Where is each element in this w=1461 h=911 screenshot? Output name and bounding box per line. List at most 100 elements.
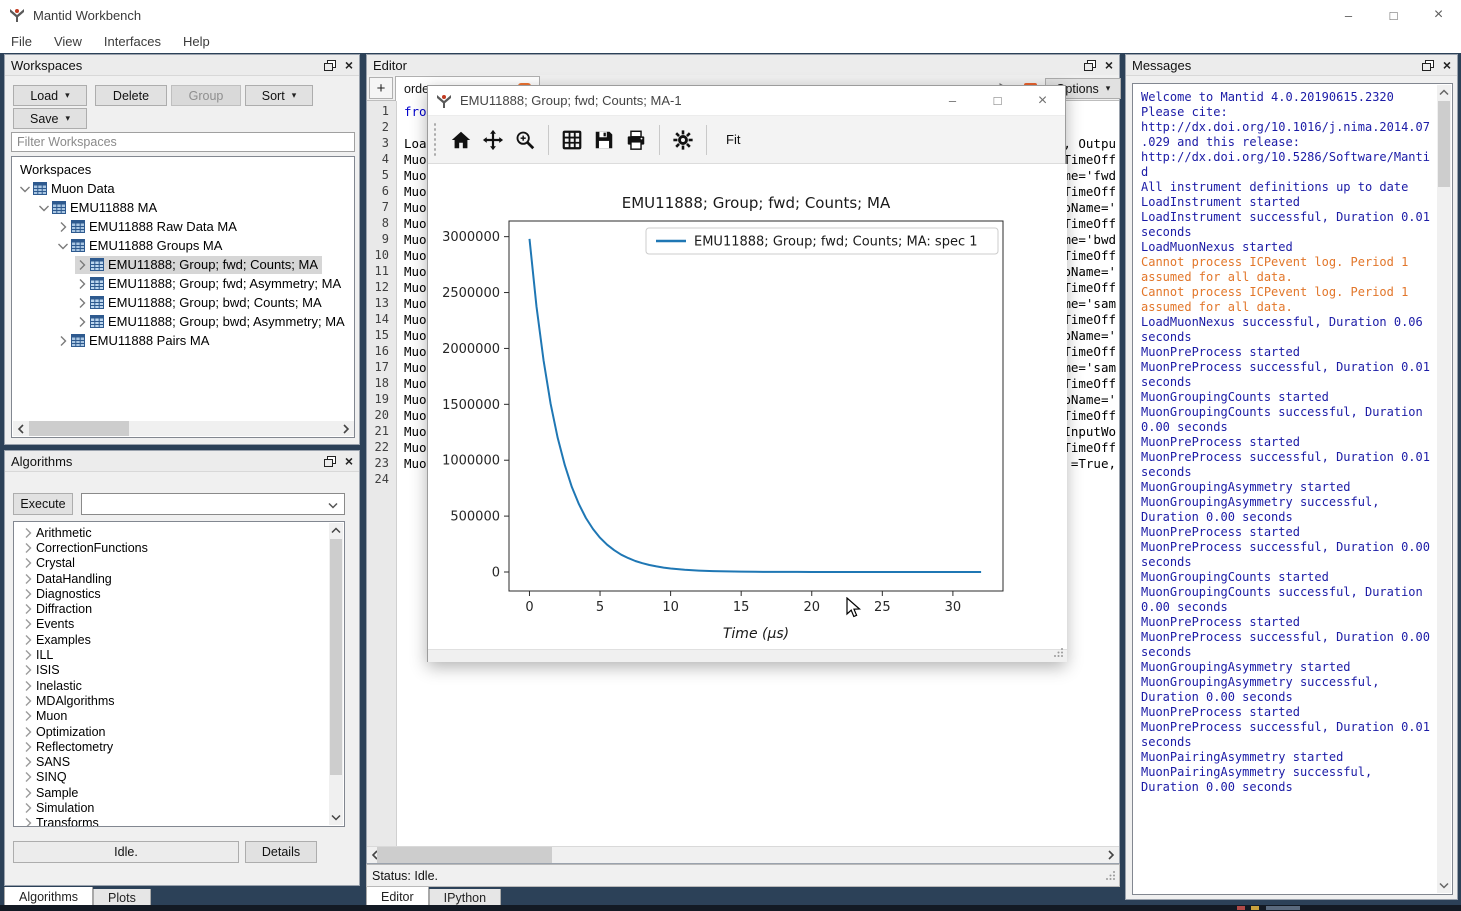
scroll-up-icon[interactable] (1437, 85, 1451, 100)
figure-options-button[interactable] (667, 123, 699, 157)
algorithm-category[interactable]: ISIS (14, 663, 344, 678)
float-panel-icon[interactable] (324, 456, 336, 467)
algorithm-category[interactable]: Diffraction (14, 601, 344, 616)
expander-icon[interactable] (37, 202, 51, 214)
algorithm-list-vscrollbar[interactable] (329, 523, 343, 825)
algorithm-category[interactable]: Reflectometry (14, 739, 344, 754)
close-button[interactable]: × (1020, 86, 1065, 115)
algorithm-category[interactable]: Examples (14, 632, 344, 647)
workspace-tree-item[interactable]: EMU11888; Group; bwd; Counts; MA (12, 293, 354, 312)
scrollbar-thumb[interactable] (1438, 101, 1450, 187)
expander-icon[interactable] (20, 634, 36, 646)
expander-icon[interactable] (75, 297, 89, 309)
group-button[interactable]: Group (171, 85, 241, 106)
expander-icon[interactable] (75, 278, 89, 290)
expander-icon[interactable] (20, 618, 36, 630)
menu-item[interactable]: File (0, 34, 43, 49)
expander-icon[interactable] (75, 259, 89, 271)
workspace-tree-item[interactable]: EMU11888 Pairs MA (12, 331, 354, 350)
algorithm-category[interactable]: MDAlgorithms (14, 693, 344, 708)
editor-hscrollbar[interactable] (367, 846, 1119, 863)
expander-icon[interactable] (20, 557, 36, 569)
save-figure-button[interactable] (588, 123, 620, 157)
expander-icon[interactable] (20, 588, 36, 600)
algorithm-category[interactable]: Muon (14, 709, 344, 724)
expander-icon[interactable] (20, 817, 36, 827)
close-panel-icon[interactable]: × (345, 456, 353, 466)
sort-button[interactable]: Sort▾ (245, 85, 313, 106)
filter-workspaces-input[interactable] (11, 132, 355, 152)
pan-button[interactable] (477, 123, 509, 157)
details-button[interactable]: Details (245, 841, 317, 863)
plot-window[interactable]: EMU11888; Group; fwd; Counts; MA-1 – □ × (427, 85, 1066, 662)
home-view-button[interactable] (445, 123, 477, 157)
workspace-tree-root[interactable]: Workspaces (12, 160, 354, 179)
expander-icon[interactable] (20, 649, 36, 661)
expander-icon[interactable] (56, 335, 70, 347)
float-panel-icon[interactable] (1422, 60, 1434, 71)
plot-canvas[interactable]: 0500000100000015000002000000250000030000… (428, 164, 1067, 649)
close-panel-icon[interactable]: × (1443, 60, 1451, 70)
minimize-button[interactable]: – (1326, 0, 1371, 30)
expander-icon[interactable] (18, 183, 32, 195)
workspace-tree-item[interactable]: EMU11888 Raw Data MA (12, 217, 354, 236)
expander-icon[interactable] (20, 680, 36, 692)
minimize-button[interactable]: – (930, 86, 975, 115)
load-button[interactable]: Load▾ (13, 85, 87, 106)
scroll-down-icon[interactable] (1437, 878, 1451, 893)
algorithm-category[interactable]: SINQ (14, 770, 344, 785)
expander-icon[interactable] (20, 756, 36, 768)
execute-button[interactable]: Execute (13, 493, 73, 515)
algorithm-category[interactable]: Transforms (14, 816, 344, 827)
workspace-tree-item[interactable]: Muon Data (12, 179, 354, 198)
resize-grip[interactable] (1054, 645, 1064, 660)
menu-item[interactable]: View (43, 34, 93, 49)
zoom-button[interactable] (509, 123, 541, 157)
expander-icon[interactable] (20, 710, 36, 722)
workspace-tree-hscrollbar[interactable] (13, 421, 354, 436)
algorithm-progress-button[interactable]: Idle. (13, 841, 239, 863)
algorithm-search-combobox[interactable] (81, 493, 345, 515)
algorithm-category[interactable]: Events (14, 617, 344, 632)
save-button[interactable]: Save▾ (13, 108, 87, 129)
workspace-tree-item[interactable]: EMU11888; Group; fwd; Asymmetry; MA (12, 274, 354, 293)
algorithm-category[interactable]: CorrectionFunctions (14, 540, 344, 555)
close-button[interactable]: × (1416, 0, 1461, 30)
float-panel-icon[interactable] (1084, 60, 1096, 71)
workspace-tree-item[interactable]: EMU11888 Groups MA (12, 236, 354, 255)
print-button[interactable] (620, 123, 652, 157)
messages-log[interactable]: Welcome to Mantid 4.0.20190615.2320Pleas… (1132, 83, 1453, 895)
expander-icon[interactable] (20, 664, 36, 676)
expander-icon[interactable] (20, 542, 36, 554)
expander-icon[interactable] (20, 802, 36, 814)
close-panel-icon[interactable]: × (1105, 60, 1113, 70)
resize-grip[interactable] (1106, 869, 1116, 883)
scrollbar-thumb[interactable] (330, 539, 342, 775)
algorithm-category[interactable]: Optimization (14, 724, 344, 739)
messages-vscrollbar[interactable] (1437, 85, 1451, 893)
delete-button[interactable]: Delete (95, 85, 167, 106)
expander-icon[interactable] (20, 695, 36, 707)
toolbar-drag-handle[interactable] (433, 122, 437, 158)
scroll-right-icon[interactable] (1103, 847, 1119, 863)
scroll-up-icon[interactable] (329, 523, 343, 538)
menu-item[interactable]: Interfaces (93, 34, 172, 49)
fit-button[interactable]: Fit (714, 125, 752, 155)
new-tab-button[interactable]: + (369, 77, 393, 99)
algorithm-category[interactable]: Inelastic (14, 678, 344, 693)
maximize-button[interactable]: □ (975, 86, 1020, 115)
scroll-right-icon[interactable] (338, 421, 354, 436)
algorithm-category[interactable]: Diagnostics (14, 586, 344, 601)
menu-item[interactable]: Help (172, 34, 221, 49)
expander-icon[interactable] (20, 603, 36, 615)
plot-window-titlebar[interactable]: EMU11888; Group; fwd; Counts; MA-1 – □ × (428, 86, 1065, 116)
maximize-button[interactable]: □ (1371, 0, 1416, 30)
scroll-left-icon[interactable] (13, 421, 29, 436)
expander-icon[interactable] (20, 573, 36, 585)
algorithm-category[interactable]: SANS (14, 754, 344, 769)
grid-toggle-button[interactable] (556, 123, 588, 157)
expander-icon[interactable] (56, 221, 70, 233)
scroll-down-icon[interactable] (329, 810, 343, 825)
algorithm-category[interactable]: Arithmetic (14, 525, 344, 540)
workspace-tree-item[interactable]: EMU11888; Group; bwd; Asymmetry; MA (12, 312, 354, 331)
